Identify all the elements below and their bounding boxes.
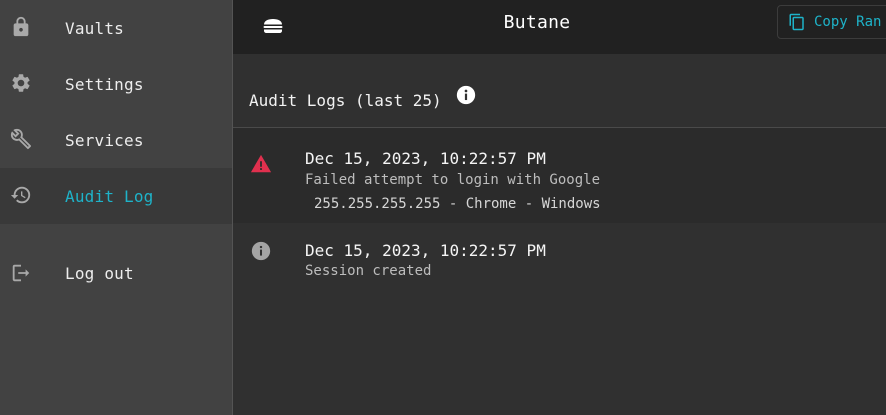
app-root: Vaults Settings Services Audit Log Log o [0,0,886,415]
gear-icon [10,72,32,94]
sidebar-item-logout[interactable]: Log out [0,245,232,301]
lock-icon [10,16,32,38]
sidebar-item-label: Settings [65,74,144,94]
sidebar-item-label: Vaults [65,18,124,38]
copy-button-label: Copy Ran [814,14,882,30]
sidebar-item-label: Services [65,130,144,150]
sidebar-item-label: Log out [65,263,134,283]
history-icon [10,184,32,206]
logout-icon [10,262,32,284]
log-entry: Dec 15, 2023, 10:22:57 PM Session create… [233,223,886,293]
log-description: Failed attempt to login with Google [305,172,601,188]
section-title: Audit Logs (last 25) [249,91,442,110]
sidebar-item-label: Audit Log [65,186,154,206]
log-timestamp: Dec 15, 2023, 10:22:57 PM [305,241,546,260]
log-meta: 255.255.255.255 - Chrome - Windows [314,196,601,212]
sidebar-item-settings[interactable]: Settings [0,56,232,112]
log-description: Session created [305,263,432,279]
copy-button[interactable]: Copy Ran [777,5,886,39]
log-entry: Dec 15, 2023, 10:22:57 PM Failed attempt… [233,128,886,223]
top-app-bar: Butane Copy Ran [233,0,886,54]
copy-icon [789,13,804,31]
sidebar-item-vaults[interactable]: Vaults [0,0,232,56]
sidebar-item-services[interactable]: Services [0,112,232,168]
main-content: Audit Logs (last 25) Dec 15, 2023, 10:22… [233,54,886,415]
log-timestamp: Dec 15, 2023, 10:22:57 PM [305,149,546,168]
sidebar: Vaults Settings Services Audit Log Log o [0,0,233,415]
app-title: Butane [503,12,571,33]
sidebar-item-audit-log[interactable]: Audit Log [0,168,232,224]
info-icon[interactable] [455,84,477,106]
info-circle-icon [250,240,272,262]
tools-icon [10,128,32,150]
warning-icon [250,153,272,175]
